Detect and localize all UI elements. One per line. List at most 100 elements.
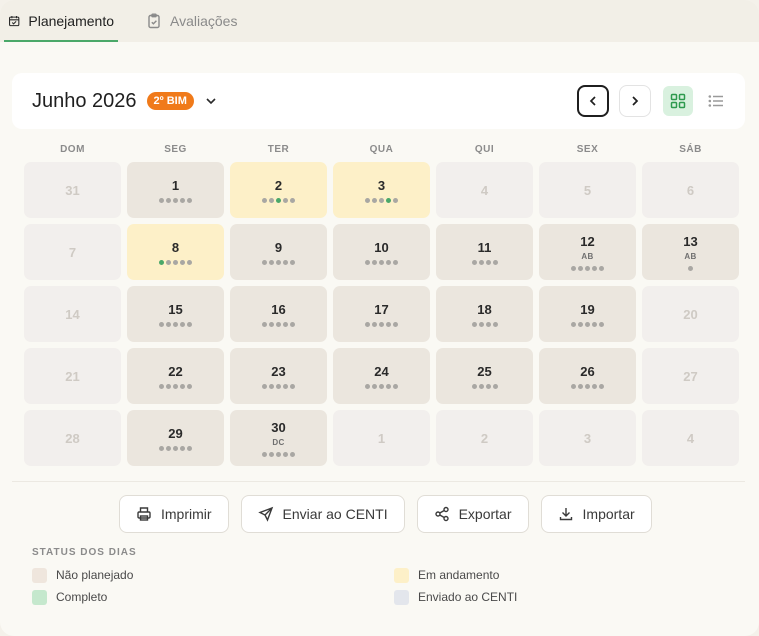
pending-dot — [379, 259, 384, 265]
calendar-day[interactable]: 2 — [230, 162, 327, 218]
weekday-label: QUI — [474, 144, 495, 155]
calendar-day[interactable]: 13 AB — [642, 224, 739, 280]
weekday-header: DOM SEG TER QUA QUI SEX SÁB — [24, 144, 740, 155]
tab-planejamento[interactable]: Planejamento — [4, 0, 118, 42]
import-button[interactable]: Importar — [540, 495, 652, 533]
app-window: Planejamento Avaliações Junho 2026 2º BI… — [0, 0, 759, 636]
pending-dot — [269, 451, 274, 457]
pending-dot — [478, 321, 484, 327]
calendar-day[interactable]: 25 — [436, 348, 533, 404]
chevron-left-icon — [589, 96, 596, 106]
month-title: Junho 2026 — [32, 89, 137, 112]
calendar-nav — [577, 73, 745, 129]
calendar-check-icon — [9, 15, 20, 27]
calendar-day[interactable]: 24 — [333, 348, 430, 404]
day-number: 13 — [683, 233, 698, 249]
legend-swatch — [32, 589, 47, 605]
pending-dot — [180, 383, 185, 389]
calendar-day[interactable]: 30 DC — [230, 410, 327, 466]
pending-dot — [159, 445, 164, 451]
print-button[interactable]: Imprimir — [119, 495, 229, 533]
calendar-day[interactable]: 3 — [333, 162, 430, 218]
legend-label: Não planejado — [56, 568, 134, 582]
status-dots — [471, 259, 498, 265]
calendar-day[interactable]: 23 — [230, 348, 327, 404]
calendar-day[interactable]: 22 — [127, 348, 224, 404]
calendar-day[interactable]: 19 — [539, 286, 636, 342]
calendar-day: 1 — [333, 410, 430, 466]
calendar-day[interactable]: 29 — [127, 410, 224, 466]
calendar-day[interactable]: 1 — [127, 162, 224, 218]
export-button[interactable]: Exportar — [416, 495, 529, 533]
pending-dot — [599, 383, 604, 389]
send-centi-button[interactable]: Enviar ao CENTI — [240, 495, 405, 533]
print-label: Imprimir — [161, 506, 212, 522]
legend-item: Não planejado — [32, 567, 394, 583]
day-number: 2 — [480, 430, 489, 446]
pending-dot — [262, 383, 267, 389]
calendar-day[interactable]: 26 — [539, 348, 636, 404]
pending-dot — [269, 197, 274, 203]
pending-dot — [290, 451, 295, 457]
pending-dot — [283, 197, 288, 203]
list-view-button[interactable] — [701, 86, 731, 116]
status-dots — [262, 451, 295, 457]
status-dots — [262, 321, 295, 327]
pending-dot — [478, 259, 484, 265]
pending-dot — [269, 259, 274, 265]
tab-avaliacoes[interactable]: Avaliações — [142, 0, 241, 42]
day-number: 8 — [171, 239, 180, 255]
day-number: 21 — [65, 368, 80, 384]
day-number: 16 — [271, 301, 286, 317]
calendar-day: 3 — [539, 410, 636, 466]
calendar-day[interactable]: 17 — [333, 286, 430, 342]
day-number: 5 — [583, 182, 592, 198]
divider — [12, 481, 745, 482]
calendar-day: 4 — [436, 162, 533, 218]
status-dots — [365, 321, 398, 327]
pending-dot — [578, 321, 583, 327]
import-label: Importar — [582, 506, 635, 522]
day-number: 10 — [374, 239, 389, 255]
calendar-day[interactable]: 8 — [127, 224, 224, 280]
next-month-button[interactable] — [619, 85, 651, 117]
calendar-day[interactable]: 10 — [333, 224, 430, 280]
pending-dot — [492, 383, 498, 389]
calendar-day: 2 — [436, 410, 533, 466]
legend-item: Completo — [32, 589, 394, 605]
pending-dot — [173, 197, 178, 203]
calendar-grid: 31 1 2 3 4 5 6 7 8 9 10 11 12 AB 13 AB 14 15 16 17 18 19 20 21 2… — [24, 162, 739, 466]
pending-dot — [578, 265, 583, 271]
pending-dot — [592, 383, 597, 389]
chevron-down-icon[interactable] — [204, 94, 218, 108]
prev-month-button[interactable] — [577, 85, 609, 117]
calendar-day[interactable]: 9 — [230, 224, 327, 280]
status-dots — [159, 383, 192, 389]
pending-dot — [492, 259, 498, 265]
pending-dot — [585, 321, 590, 327]
pending-dot — [166, 259, 171, 265]
pending-dot — [365, 197, 370, 203]
calendar-day[interactable]: 12 AB — [539, 224, 636, 280]
pending-dot — [578, 383, 583, 389]
day-number: 1 — [377, 430, 386, 446]
calendar-day[interactable]: 15 — [127, 286, 224, 342]
day-number: 6 — [686, 182, 695, 198]
pending-dot — [372, 383, 377, 389]
pending-dot — [159, 383, 164, 389]
grid-view-button[interactable] — [663, 86, 693, 116]
calendar-day[interactable]: 11 — [436, 224, 533, 280]
pending-dot — [276, 451, 281, 457]
status-dots — [262, 259, 295, 265]
pending-dot — [592, 321, 597, 327]
calendar-day[interactable]: 18 — [436, 286, 533, 342]
pending-dot — [372, 321, 377, 327]
pending-dot — [159, 197, 164, 203]
list-icon — [708, 95, 723, 107]
pending-dot — [585, 383, 590, 389]
grid-icon — [670, 93, 686, 109]
complete-dot — [386, 197, 391, 203]
day-number: 1 — [171, 177, 180, 193]
status-dots — [365, 197, 398, 203]
calendar-day[interactable]: 16 — [230, 286, 327, 342]
